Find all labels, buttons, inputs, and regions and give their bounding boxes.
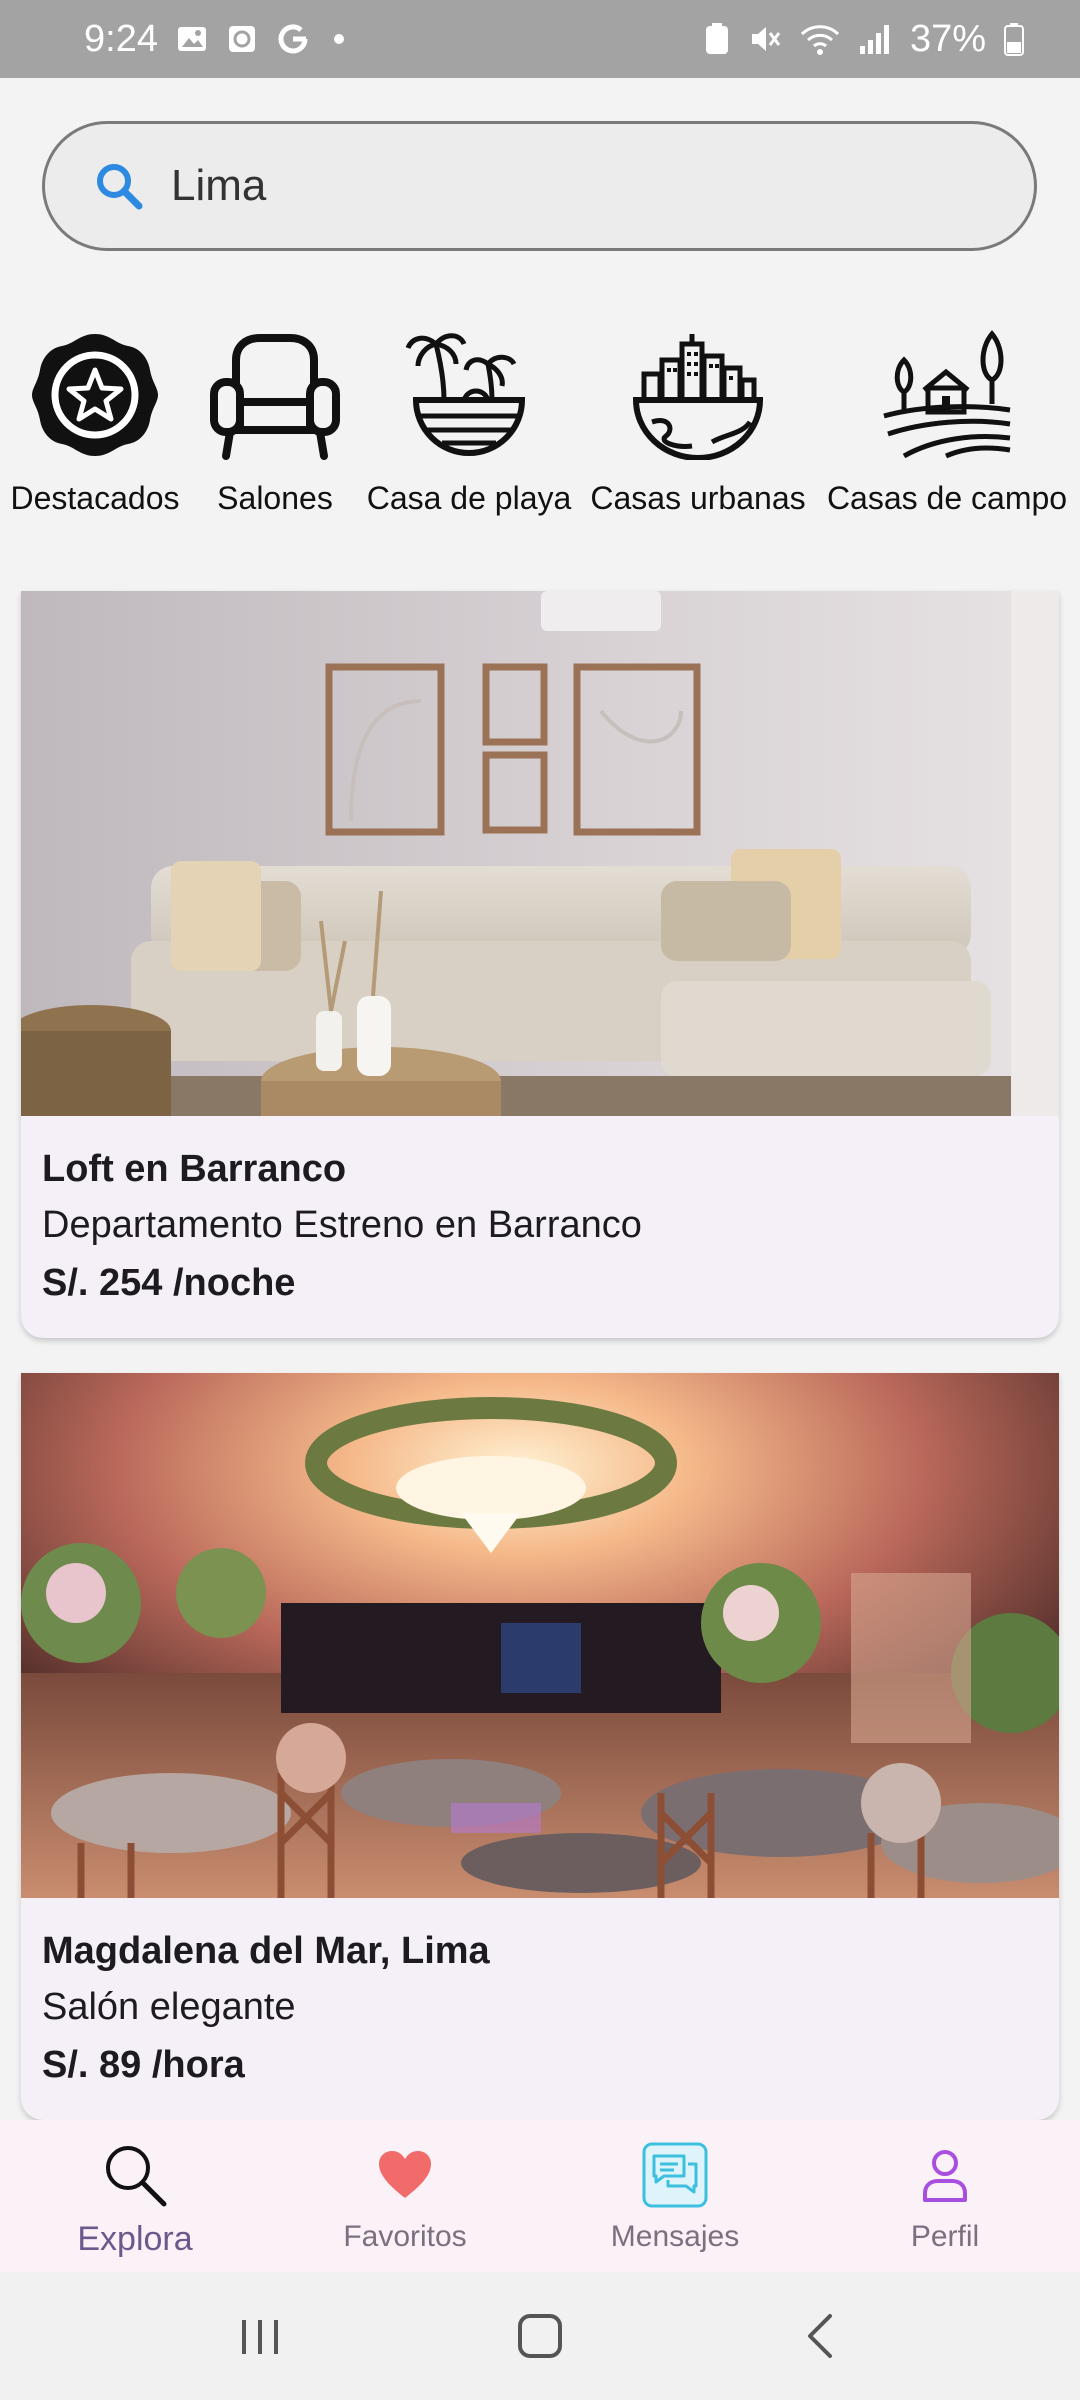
listing-price: S/. 254 /noche — [42, 1262, 296, 1304]
nav-label: Explora — [77, 2220, 193, 2258]
back-icon[interactable] — [775, 2296, 865, 2376]
chat-icon — [642, 2138, 708, 2212]
nav-label: Mensajes — [610, 2220, 740, 2253]
listing-subtitle: Departamento Estreno en Barranco — [42, 1204, 642, 1246]
category-casa-de-playa[interactable]: Casa de playa — [367, 330, 571, 516]
battery-icon — [1004, 22, 1024, 56]
search-bar[interactable] — [42, 121, 1037, 251]
search-icon — [97, 164, 143, 210]
category-casas-urbanas[interactable]: Casas urbanas — [590, 330, 806, 516]
city-buildings-icon — [632, 334, 764, 460]
nfc-icon — [704, 22, 730, 56]
person-icon — [920, 2138, 970, 2212]
nav-perfil[interactable]: Perfil — [810, 2120, 1080, 2272]
mute-icon — [748, 22, 782, 56]
category-strip: Destacados Salones Casa de playa Casas u… — [0, 330, 1080, 530]
event-hall-photo — [21, 1373, 1059, 1898]
nav-favoritos[interactable]: Favoritos — [270, 2120, 540, 2272]
system-navigation-bar — [0, 2272, 1080, 2400]
recents-icon[interactable] — [215, 2296, 305, 2376]
listing-card[interactable]: Loft en Barranco Departamento Estreno en… — [21, 591, 1059, 1338]
bottom-navigation: Explora Favoritos Mensajes Perfil — [0, 2120, 1080, 2272]
listing-body: Loft en Barranco Departamento Estreno en… — [21, 1116, 1059, 1338]
status-right: 37% — [704, 18, 1024, 61]
living-room-photo — [21, 591, 1059, 1116]
countryside-house-icon — [883, 330, 1011, 459]
battery-percent: 37% — [909, 17, 986, 60]
screen-record-icon — [226, 23, 258, 55]
status-bar: 9:24 37% — [0, 0, 1080, 78]
heart-icon — [377, 2138, 433, 2212]
category-casas-de-campo[interactable]: Casas de campo — [827, 330, 1067, 516]
category-label: Destacados — [10, 480, 180, 516]
nav-label: Perfil — [910, 2220, 980, 2253]
nav-explora[interactable]: Explora — [0, 2120, 270, 2272]
signal-icon — [858, 22, 892, 56]
listing-subtitle: Salón elegante — [42, 1986, 296, 2028]
status-left: 9:24 — [84, 18, 344, 61]
search-input[interactable] — [171, 161, 991, 211]
nav-label: Favoritos — [343, 2220, 467, 2253]
star-badge-icon — [32, 334, 158, 456]
category-label: Casas urbanas — [590, 480, 806, 516]
category-label: Salones — [217, 480, 333, 516]
category-label: Casas de campo — [826, 480, 1068, 516]
listing-body: Magdalena del Mar, Lima Salón elegante S… — [21, 1898, 1059, 2120]
home-icon[interactable] — [495, 2296, 585, 2376]
status-time: 9:24 — [84, 17, 158, 60]
gallery-icon — [176, 23, 208, 55]
category-destacados[interactable]: Destacados — [11, 330, 179, 516]
category-label: Casa de playa — [366, 480, 572, 516]
category-salones[interactable]: Salones — [208, 330, 342, 516]
listing-title: Magdalena del Mar, Lima — [42, 1930, 490, 1972]
google-icon — [276, 22, 310, 56]
listing-card[interactable]: Magdalena del Mar, Lima Salón elegante S… — [21, 1373, 1059, 2120]
listing-price: S/. 89 /hora — [42, 2044, 245, 2086]
nav-mensajes[interactable]: Mensajes — [540, 2120, 810, 2272]
dot-icon — [333, 34, 344, 44]
wifi-icon — [800, 22, 840, 56]
search-icon — [100, 2138, 170, 2212]
palm-beach-icon — [405, 333, 526, 456]
armchair-icon — [210, 334, 340, 460]
listing-title: Loft en Barranco — [42, 1148, 347, 1190]
